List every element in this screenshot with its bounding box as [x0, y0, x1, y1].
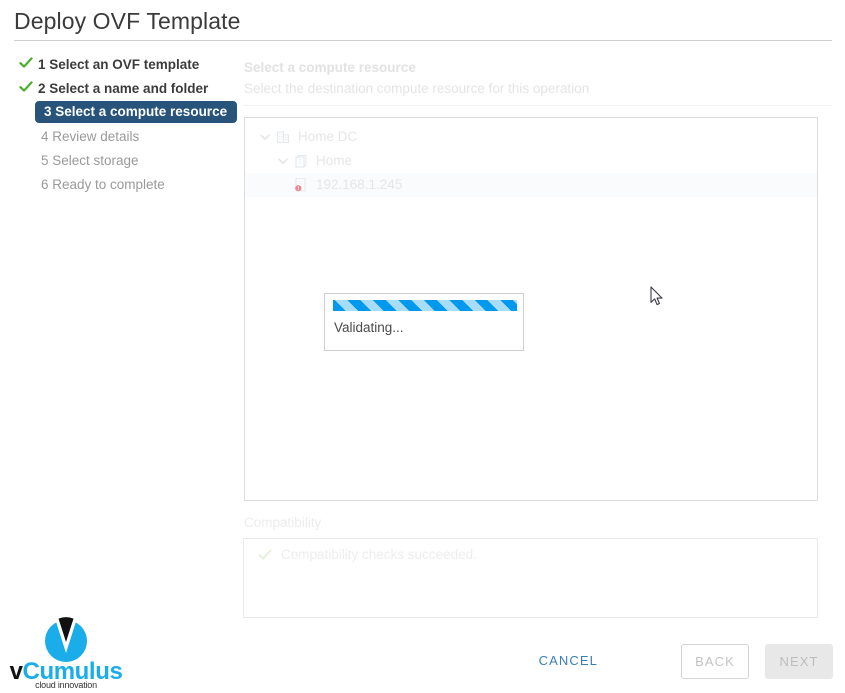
datacenter-icon: [275, 129, 291, 145]
compatibility-panel: Compatibility checks succeeded.: [243, 538, 818, 618]
chevron-down-icon[interactable]: [257, 129, 273, 145]
cluster-icon: [293, 153, 309, 169]
sidebar-item-select-compute-resource[interactable]: 3 Select a compute resource: [0, 100, 238, 124]
chevron-down-icon[interactable]: [275, 153, 291, 169]
host-icon: [293, 177, 309, 193]
sidebar-item-ready-to-complete[interactable]: 6 Ready to complete: [0, 172, 236, 196]
logo-tagline: cloud innovation: [35, 680, 97, 690]
next-button[interactable]: NEXT: [765, 644, 833, 679]
compatibility-status: Compatibility checks succeeded.: [244, 539, 817, 562]
check-icon: [258, 548, 272, 562]
sidebar-item-label: 1 Select an OVF template: [38, 56, 200, 72]
sidebar-item-label: 6 Ready to complete: [41, 176, 165, 192]
sidebar-item-label: 5 Select storage: [41, 152, 139, 168]
progress-bar-indeterminate: [333, 300, 517, 311]
tree-item-label: Home DC: [298, 129, 358, 145]
tree-item-home-dc[interactable]: Home DC: [245, 125, 817, 149]
sidebar-item-label: 3 Select a compute resource: [35, 100, 238, 124]
section-description: Select the destination compute resource …: [244, 81, 590, 96]
sidebar-item-select-storage[interactable]: 5 Select storage: [0, 148, 236, 172]
sidebar-item-review-details[interactable]: 4 Review details: [0, 124, 236, 148]
content-divider: [243, 105, 832, 106]
tree-item-host-192-168-1-245[interactable]: 192.168.1.245: [245, 173, 817, 197]
tree-item-home[interactable]: Home: [245, 149, 817, 173]
page-title: Deploy OVF Template: [14, 8, 241, 34]
check-icon: [19, 80, 33, 94]
sidebar-item-select-ovf-template[interactable]: 1 Select an OVF template: [0, 52, 236, 76]
wizard-footer: CANCEL BACK NEXT: [0, 640, 845, 686]
back-button[interactable]: BACK: [681, 644, 749, 679]
check-icon: [19, 56, 33, 70]
validating-label: Validating...: [334, 320, 404, 335]
compatibility-message: Compatibility checks succeeded.: [281, 547, 477, 562]
sidebar-item-label: 2 Select a name and folder: [38, 80, 209, 96]
tree-item-label: Home: [316, 153, 353, 169]
compatibility-heading: Compatibility: [244, 515, 322, 530]
wizard-step-list: 1 Select an OVF template 2 Select a name…: [0, 52, 238, 196]
section-heading: Select a compute resource: [244, 60, 416, 75]
content-header: Select a compute resource Select the des…: [243, 52, 832, 106]
sidebar-item-select-name-and-folder[interactable]: 2 Select a name and folder: [0, 76, 236, 100]
vcumulus-logo: vCumulus cloud innovation: [6, 616, 126, 690]
validating-dialog: Validating...: [324, 293, 524, 351]
cancel-button[interactable]: CANCEL: [539, 653, 598, 668]
tree-item-label: 192.168.1.245: [316, 177, 403, 193]
title-divider: [14, 40, 832, 41]
sidebar-item-label: 4 Review details: [41, 128, 140, 144]
